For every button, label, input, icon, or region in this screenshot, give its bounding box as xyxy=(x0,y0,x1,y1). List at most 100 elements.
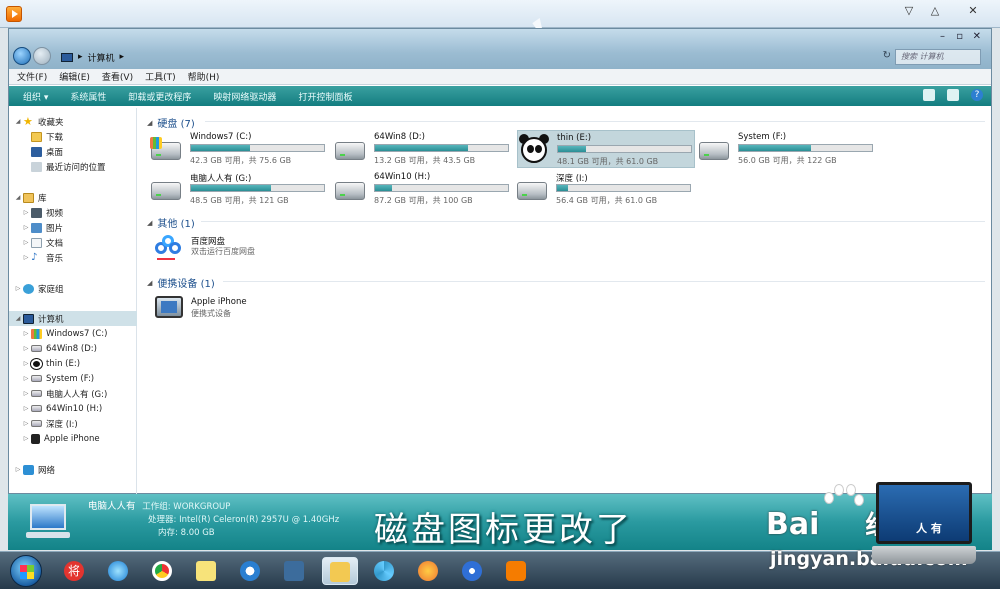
expand-arrow-icon[interactable]: ▷ xyxy=(23,239,29,246)
taskbar-explorer[interactable] xyxy=(322,557,358,585)
drive-tile[interactable]: 深度 (I:) 56.4 GB 可用，共 61.0 GB xyxy=(517,170,695,208)
tree-item-documents[interactable]: ▷ 文档 xyxy=(9,235,137,250)
start-button[interactable] xyxy=(10,555,42,587)
menu-tools[interactable]: 工具(T) xyxy=(145,70,176,83)
player-minimize-icon[interactable]: △ xyxy=(926,4,944,18)
tree-item-network[interactable]: ▷ 网络 xyxy=(9,462,137,477)
expand-arrow-icon[interactable]: ▷ xyxy=(23,330,29,337)
tree-item-library[interactable]: ◢ 库 xyxy=(9,190,137,205)
forward-button[interactable] xyxy=(33,47,51,65)
refresh-icon[interactable]: ↻ xyxy=(883,50,891,61)
search-input[interactable]: 搜索 计算机 xyxy=(895,49,981,65)
tree-item-favorites[interactable]: ◢ ★ 收藏夹 xyxy=(9,114,137,129)
drive-name: thin (E:) xyxy=(557,133,592,143)
star-icon: ★ xyxy=(23,115,33,128)
tree-item-pictures[interactable]: ▷ 图片 xyxy=(9,220,137,235)
expand-arrow-icon[interactable]: ▷ xyxy=(23,375,29,382)
collapse-arrow-icon[interactable]: ◢ xyxy=(15,315,21,322)
uninstall-button[interactable]: 卸载或更改程序 xyxy=(128,90,191,103)
taskbar-chrome[interactable] xyxy=(148,557,176,585)
menu-file[interactable]: 文件(F) xyxy=(17,70,47,83)
address-breadcrumb[interactable]: 计算机 xyxy=(88,51,115,64)
window-maximize-icon[interactable]: ▫ xyxy=(956,31,963,42)
view-controls: ? xyxy=(923,89,983,101)
drive-tile[interactable]: thin (E:) 48.1 GB 可用，共 61.0 GB xyxy=(517,130,695,168)
taskbar-video-player[interactable] xyxy=(502,557,530,585)
expand-arrow-icon[interactable]: ▷ xyxy=(23,224,29,231)
taskbar-browser[interactable] xyxy=(236,557,264,585)
tree-item-drive-d[interactable]: ▷ 64Win8 (D:) xyxy=(9,341,137,356)
tree-item-videos[interactable]: ▷ 视频 xyxy=(9,205,137,220)
drive-tile[interactable]: 64Win8 (D:) 13.2 GB 可用，共 43.5 GB xyxy=(335,130,513,168)
tree-item-music[interactable]: ▷ ♪ 音乐 xyxy=(9,250,137,265)
tree-item-download[interactable]: 下载 xyxy=(9,129,137,144)
drive-tile[interactable]: System (F:) 56.0 GB 可用，共 122 GB xyxy=(699,130,877,168)
group-header-other[interactable]: ◢ 其他 (1) xyxy=(147,215,195,231)
drive-tile[interactable]: 电脑人人有 (G:) 48.5 GB 可用，共 121 GB xyxy=(151,170,329,208)
taskbar-tool[interactable] xyxy=(370,557,398,585)
player-close-icon[interactable]: ✕ xyxy=(964,4,982,18)
menu-edit[interactable]: 编辑(E) xyxy=(59,70,90,83)
collapse-arrow-icon[interactable]: ◢ xyxy=(15,118,21,125)
other-item-baidu-netdisk[interactable]: 百度网盘 双击运行百度网盘 xyxy=(153,232,333,264)
expand-arrow-icon[interactable]: ▷ xyxy=(23,209,29,216)
expand-arrow-icon[interactable]: ▷ xyxy=(23,390,29,397)
preview-pane-icon[interactable] xyxy=(947,89,959,101)
expand-arrow-icon[interactable]: ▷ xyxy=(15,466,21,473)
drive-tile[interactable]: Windows7 (C:) 42.3 GB 可用，共 75.6 GB xyxy=(150,130,329,168)
tree-label: 视频 xyxy=(46,208,64,219)
group-header-hard-disks[interactable]: ◢ 硬盘 (7) xyxy=(147,115,195,131)
taskbar-paint[interactable] xyxy=(414,557,442,585)
group-header-portable[interactable]: ◢ 便携设备 (1) xyxy=(147,275,215,291)
tree-item-iphone[interactable]: ▷ Apple iPhone xyxy=(9,431,137,446)
collapse-arrow-icon[interactable]: ◢ xyxy=(147,279,152,287)
player-app-icon[interactable] xyxy=(6,6,22,22)
drive-name: 64Win10 (H:) xyxy=(374,172,431,182)
help-icon[interactable]: ? xyxy=(971,89,983,101)
tree-item-drive-i[interactable]: ▷ 深度 (I:) xyxy=(9,416,137,431)
address-chevron-icon[interactable]: ▸ xyxy=(120,52,125,62)
control-panel-button[interactable]: 打开控制面板 xyxy=(298,90,352,103)
expand-arrow-icon[interactable]: ▷ xyxy=(23,360,29,367)
expand-arrow-icon[interactable]: ▷ xyxy=(23,405,29,412)
menu-help[interactable]: 帮助(H) xyxy=(188,70,220,83)
expand-arrow-icon[interactable]: ▷ xyxy=(23,254,29,261)
tree-item-recent[interactable]: 最近访问的位置 xyxy=(9,159,137,174)
expand-arrow-icon[interactable]: ▷ xyxy=(23,435,29,442)
back-button[interactable] xyxy=(13,47,31,65)
taskbar-notes[interactable] xyxy=(192,557,220,585)
map-drive-button[interactable]: 映射网络驱动器 xyxy=(213,90,276,103)
expand-arrow-icon[interactable]: ▷ xyxy=(23,420,29,427)
collapse-arrow-icon[interactable]: ◢ xyxy=(147,219,152,227)
drive-space-info: 42.3 GB 可用，共 75.6 GB xyxy=(190,156,292,165)
address-bar[interactable]: ▸ 计算机 ▸ xyxy=(61,49,124,65)
drive-usage-fill xyxy=(191,185,271,191)
window-close-icon[interactable]: ✕ xyxy=(973,31,981,42)
menu-view[interactable]: 查看(V) xyxy=(102,70,133,83)
taskbar-app-red[interactable]: 将 xyxy=(60,557,88,585)
drive-tile[interactable]: 64Win10 (H:) 87.2 GB 可用，共 100 GB xyxy=(335,170,513,208)
tree-item-drive-g[interactable]: ▷ 电脑人人有 (G:) xyxy=(9,386,137,401)
expand-arrow-icon[interactable]: ▷ xyxy=(15,285,21,292)
system-properties-button[interactable]: 系统属性 xyxy=(70,90,106,103)
collapse-arrow-icon[interactable]: ◢ xyxy=(15,194,21,201)
tree-item-desktop[interactable]: 桌面 xyxy=(9,144,137,159)
taskbar-remote[interactable] xyxy=(280,557,308,585)
cpu-label: 处理器: xyxy=(148,515,177,525)
player-dropdown-icon[interactable]: ▽ xyxy=(900,4,918,18)
tree-item-homegroup[interactable]: ▷ 家庭组 xyxy=(9,281,137,296)
item-name: Apple iPhone xyxy=(191,297,247,307)
organize-button[interactable]: 组织 ▾ xyxy=(23,90,48,103)
window-minimize-icon[interactable]: – xyxy=(940,31,945,42)
tree-item-drive-f[interactable]: ▷ System (F:) xyxy=(9,371,137,386)
tree-item-drive-h[interactable]: ▷ 64Win10 (H:) xyxy=(9,401,137,416)
portable-item-iphone[interactable]: Apple iPhone 便携式设备 xyxy=(153,294,333,326)
tree-item-drive-e[interactable]: ▷ thin (E:) xyxy=(9,356,137,371)
tree-item-computer[interactable]: ◢ 计算机 xyxy=(9,311,137,326)
view-options-icon[interactable] xyxy=(923,89,935,101)
taskbar-media[interactable] xyxy=(458,557,486,585)
taskbar-ie[interactable] xyxy=(104,557,132,585)
tree-item-drive-c[interactable]: ▷ Windows7 (C:) xyxy=(9,326,137,341)
expand-arrow-icon[interactable]: ▷ xyxy=(23,345,29,352)
collapse-arrow-icon[interactable]: ◢ xyxy=(147,119,152,127)
